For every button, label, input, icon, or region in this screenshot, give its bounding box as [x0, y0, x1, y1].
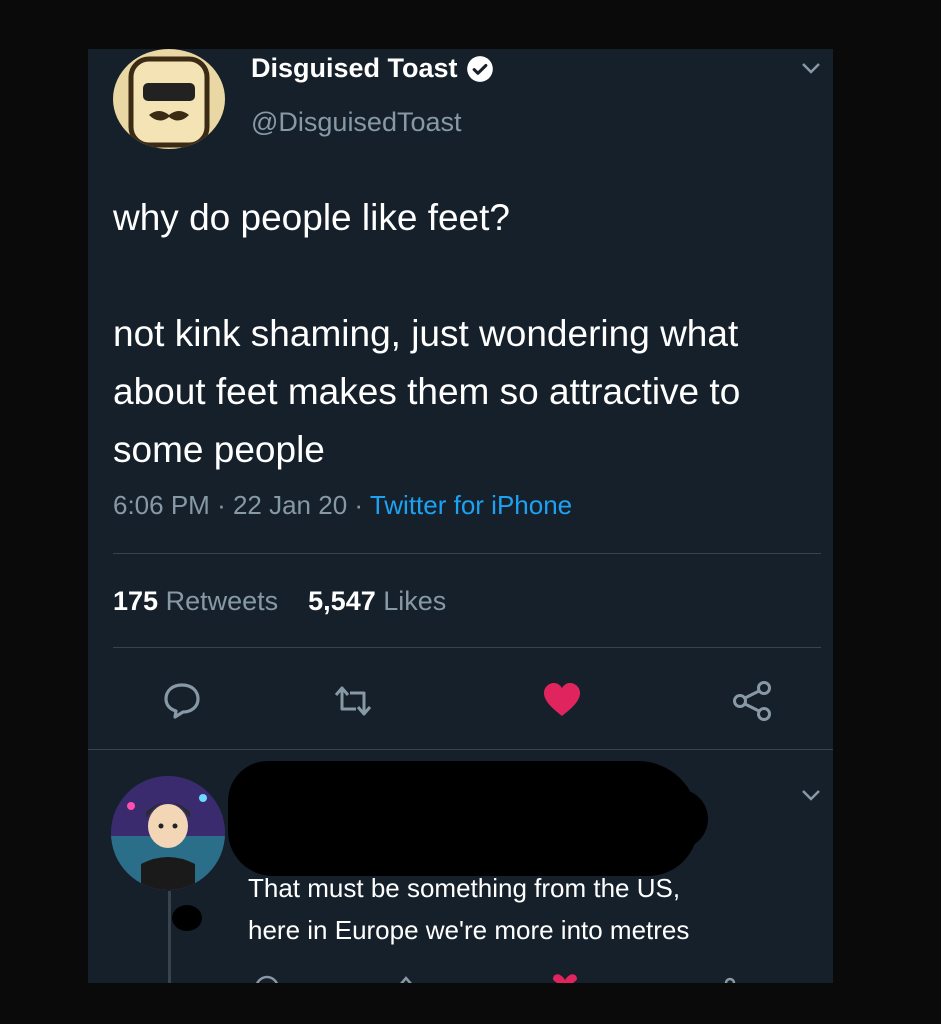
reply-text: That must be something from the US, here… — [248, 867, 808, 951]
redacted-name — [628, 789, 708, 849]
heart-icon[interactable] — [550, 973, 580, 983]
reply-text-line2: here in Europe we're more into metres — [248, 915, 690, 945]
verified-check-icon — [466, 55, 493, 82]
display-name[interactable]: Disguised Toast — [251, 53, 458, 84]
like-count[interactable]: 5,547 — [308, 586, 376, 616]
reply-avatar[interactable] — [111, 776, 225, 890]
reply-action-bar — [88, 969, 833, 983]
retweet-icon[interactable] — [332, 685, 374, 717]
retweet-count[interactable]: 175 — [113, 586, 158, 616]
heart-icon[interactable] — [542, 681, 582, 719]
tweet-text-line2: not kink shaming, just wondering what ab… — [113, 313, 741, 470]
share-icon[interactable] — [718, 973, 738, 983]
share-icon[interactable] — [732, 681, 774, 721]
tweet-meta: 6:06 PM · 22 Jan 20 · Twitter for iPhone — [113, 490, 573, 520]
reply-icon[interactable] — [252, 973, 282, 983]
divider — [88, 749, 833, 750]
toast-avatar-icon — [128, 56, 210, 148]
reply-icon[interactable] — [162, 681, 202, 719]
tweet-time: 6:06 PM — [113, 490, 210, 520]
avatar[interactable] — [113, 49, 225, 149]
tweet-date: 22 Jan 20 — [232, 490, 348, 520]
tweet-text-line1: why do people like feet? — [113, 197, 510, 238]
likes-label[interactable]: Likes — [383, 586, 446, 616]
engagement-stats: 175 Retweets 5,547 Likes — [113, 586, 446, 617]
chevron-down-icon[interactable] — [800, 61, 822, 75]
anime-character-avatar-icon — [111, 776, 225, 890]
retweet-icon[interactable] — [396, 973, 426, 983]
tweet-card: Disguised Toast @DisguisedToast why do p… — [88, 49, 833, 983]
divider — [113, 553, 821, 554]
handle[interactable]: @DisguisedToast — [251, 107, 462, 138]
tweet-source-link[interactable]: Twitter for iPhone — [370, 490, 572, 520]
redaction-mark — [172, 905, 202, 931]
divider — [113, 647, 821, 648]
retweets-label[interactable]: Retweets — [166, 586, 279, 616]
tweet-text: why do people like feet? not kink shamin… — [113, 189, 813, 479]
reply-text-line1: That must be something from the US, — [248, 873, 681, 903]
chevron-down-icon[interactable] — [800, 788, 822, 802]
